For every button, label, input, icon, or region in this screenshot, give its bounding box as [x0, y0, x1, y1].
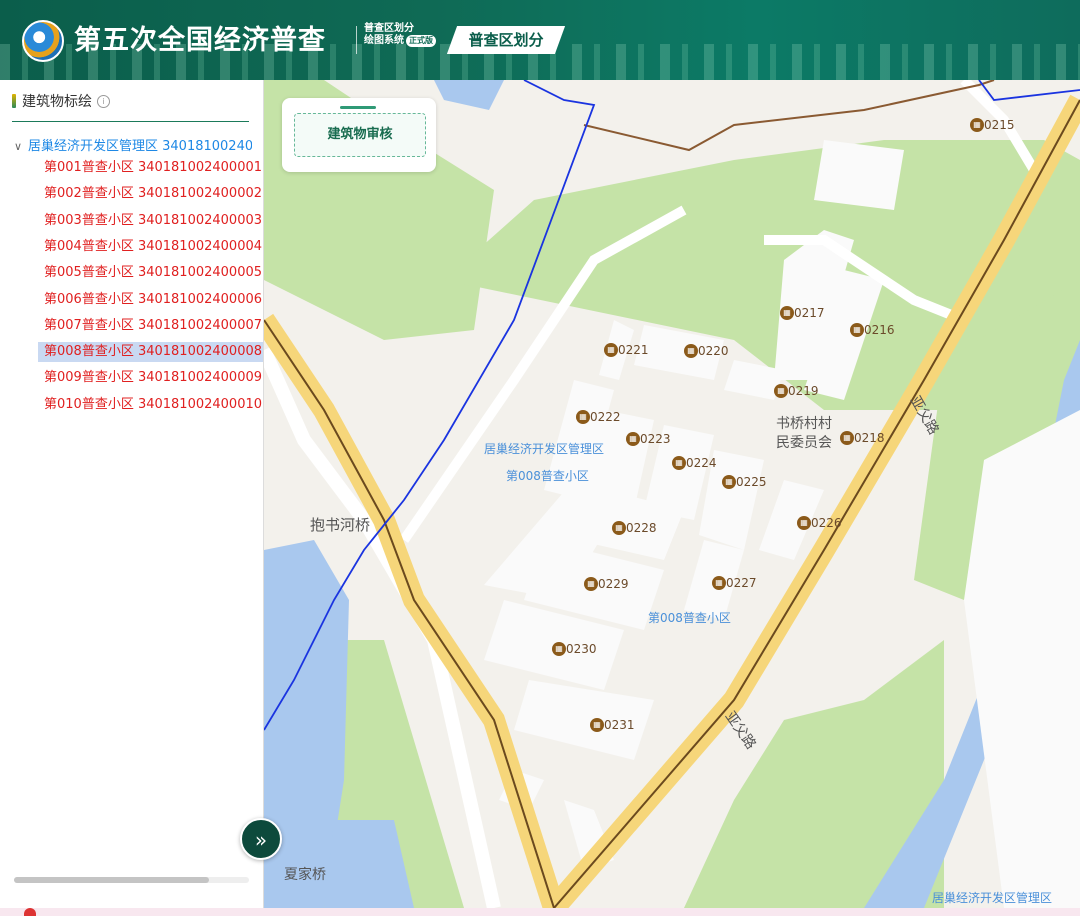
building-marker[interactable]: ▦ 0219 [774, 384, 819, 398]
title-divider [356, 26, 357, 54]
building-id-label: 0215 [984, 118, 1015, 132]
building-marker[interactable]: ▦ 0222 [576, 410, 621, 424]
chevron-down-icon[interactable]: ∨ [14, 140, 28, 153]
tree-root-label: 居巢经济开发区管理区 340181002400 [28, 139, 252, 154]
building-marker[interactable]: ▦ 0227 [712, 576, 757, 590]
building-id-label: 0231 [604, 718, 635, 732]
tree-item-cell[interactable]: 第004普查小区 340181002400004 [38, 237, 263, 257]
building-icon: ▦ [797, 516, 811, 530]
building-id-label: 0220 [698, 344, 729, 358]
building-id-label: 0216 [864, 323, 895, 337]
building-marker[interactable]: ▦ 0228 [612, 521, 657, 535]
tree-root-node[interactable]: ∨ 居巢经济开发区管理区 340181002400 [14, 135, 252, 154]
building-marker[interactable]: ▦ 0220 [684, 344, 729, 358]
census-logo-icon [22, 20, 64, 62]
building-icon: ▦ [684, 344, 698, 358]
version-badge: 正式版 [406, 35, 436, 47]
building-marker[interactable]: ▦ 0226 [797, 516, 842, 530]
collapse-sidebar-button[interactable]: » [240, 818, 282, 860]
notification-pin-icon [24, 908, 36, 916]
building-icon: ▦ [552, 642, 566, 656]
village-label-line1: 书桥村村 [776, 416, 832, 432]
building-marker[interactable]: ▦ 0216 [850, 323, 895, 337]
tab-label: 普查区划分 [468, 31, 544, 49]
building-marker[interactable]: ▦ 0224 [672, 456, 717, 470]
building-marker[interactable]: ▦ 0217 [780, 306, 825, 320]
building-id-label: 0229 [598, 577, 629, 591]
building-marker[interactable]: ▦ 0223 [626, 432, 671, 446]
sidebar-header: 建筑物标绘 i [12, 92, 110, 110]
building-id-label: 0225 [736, 475, 767, 489]
cell-label-b: 第008普查小区 [648, 611, 731, 625]
corner-area-label: 居巢经济开发区管理区 [932, 891, 1053, 905]
tree-item-cell[interactable]: 第003普查小区 340181002400003 [38, 211, 263, 231]
bridge-label-1: 抱书河桥 [310, 516, 371, 534]
building-icon: ▦ [612, 521, 626, 535]
bridge-label-2: 夏家桥 [284, 867, 326, 883]
building-icon: ▦ [774, 384, 788, 398]
building-review-button[interactable]: 建筑物审核 [294, 113, 426, 157]
scrollbar-thumb[interactable] [14, 877, 209, 883]
map-basemap [264, 80, 1080, 908]
building-icon: ▦ [626, 432, 640, 446]
building-id-label: 0227 [726, 576, 757, 590]
section-marker-icon [12, 94, 16, 108]
building-icon: ▦ [604, 343, 618, 357]
building-icon: ▦ [970, 118, 984, 132]
sidebar-title: 建筑物标绘 [22, 94, 92, 110]
building-icon: ▦ [712, 576, 726, 590]
tree-item-cell[interactable]: 第008普查小区 340181002400008 [38, 342, 263, 363]
sidebar-divider [12, 121, 249, 122]
building-marker[interactable]: ▦ 0229 [584, 577, 629, 591]
sidebar: 建筑物标绘 i ∨ 居巢经济开发区管理区 340181002400 第001普查小… [0, 80, 264, 908]
cell-label-a: 第008普查小区 [506, 469, 589, 483]
building-id-label: 0230 [566, 642, 597, 656]
subtitle-text: 绘图系统 [364, 35, 404, 46]
tab-census-division[interactable]: 普查区划分 [446, 26, 566, 54]
tree-item-cell[interactable]: 第006普查小区 340181002400006 [38, 290, 263, 310]
building-marker[interactable]: ▦ 0215 [970, 118, 1015, 132]
building-marker[interactable]: ▦ 0218 [840, 431, 885, 445]
building-id-label: 0224 [686, 456, 717, 470]
building-id-label: 0222 [590, 410, 621, 424]
panel-handle [340, 106, 376, 109]
status-strip [0, 908, 1080, 916]
village-label-line2: 民委员会 [776, 435, 832, 451]
sidebar-scrollbar[interactable] [14, 877, 249, 883]
subtitle-line-2: 绘图系统 正式版 [364, 35, 436, 47]
building-icon: ▦ [780, 306, 794, 320]
building-id-label: 0219 [788, 384, 819, 398]
tree-item-cell[interactable]: 第005普查小区 340181002400005 [38, 263, 263, 283]
subtitle-line-1: 普查区划分 [364, 23, 414, 34]
building-id-label: 0218 [854, 431, 885, 445]
building-icon: ▦ [584, 577, 598, 591]
building-id-label: 0217 [794, 306, 825, 320]
area-label: 居巢经济开发区管理区 [484, 442, 605, 456]
building-id-label: 0226 [811, 516, 842, 530]
building-icon: ▦ [722, 475, 736, 489]
building-icon: ▦ [590, 718, 604, 732]
building-icon: ▦ [576, 410, 590, 424]
building-icon: ▦ [672, 456, 686, 470]
tree-item-cell[interactable]: 第010普查小区 340181002400010 [38, 395, 263, 415]
tree-item-cell[interactable]: 第002普查小区 340181002400002 [38, 184, 263, 204]
building-marker[interactable]: ▦ 0221 [604, 343, 649, 357]
building-review-panel: 建筑物审核 [282, 98, 436, 172]
building-marker[interactable]: ▦ 0230 [552, 642, 597, 656]
app-subtitle: 普查区划分 绘图系统 正式版 [364, 23, 436, 47]
app-title: 第五次全国经济普查 [74, 25, 326, 56]
tree-item-cell[interactable]: 第009普查小区 340181002400009 [38, 368, 263, 388]
building-marker[interactable]: ▦ 0225 [722, 475, 767, 489]
map-canvas[interactable]: 建筑物审核 ▦ 0215 ▦ 0216 ▦ 0217 ▦ 0219 ▦ 0218 ▦ 0220 ▦ 022… [264, 80, 1080, 908]
app-header: 第五次全国经济普查 普查区划分 绘图系统 正式版 普查区划分 [0, 0, 1080, 80]
tree-item-cell[interactable]: 第001普查小区 340181002400001 [38, 158, 263, 178]
building-id-label: 0221 [618, 343, 649, 357]
tree-item-cell[interactable]: 第007普查小区 340181002400007 [38, 316, 263, 336]
building-icon: ▦ [840, 431, 854, 445]
building-icon: ▦ [850, 323, 864, 337]
building-id-label: 0223 [640, 432, 671, 446]
info-icon[interactable]: i [97, 94, 110, 108]
building-id-label: 0228 [626, 521, 657, 535]
building-marker[interactable]: ▦ 0231 [590, 718, 635, 732]
